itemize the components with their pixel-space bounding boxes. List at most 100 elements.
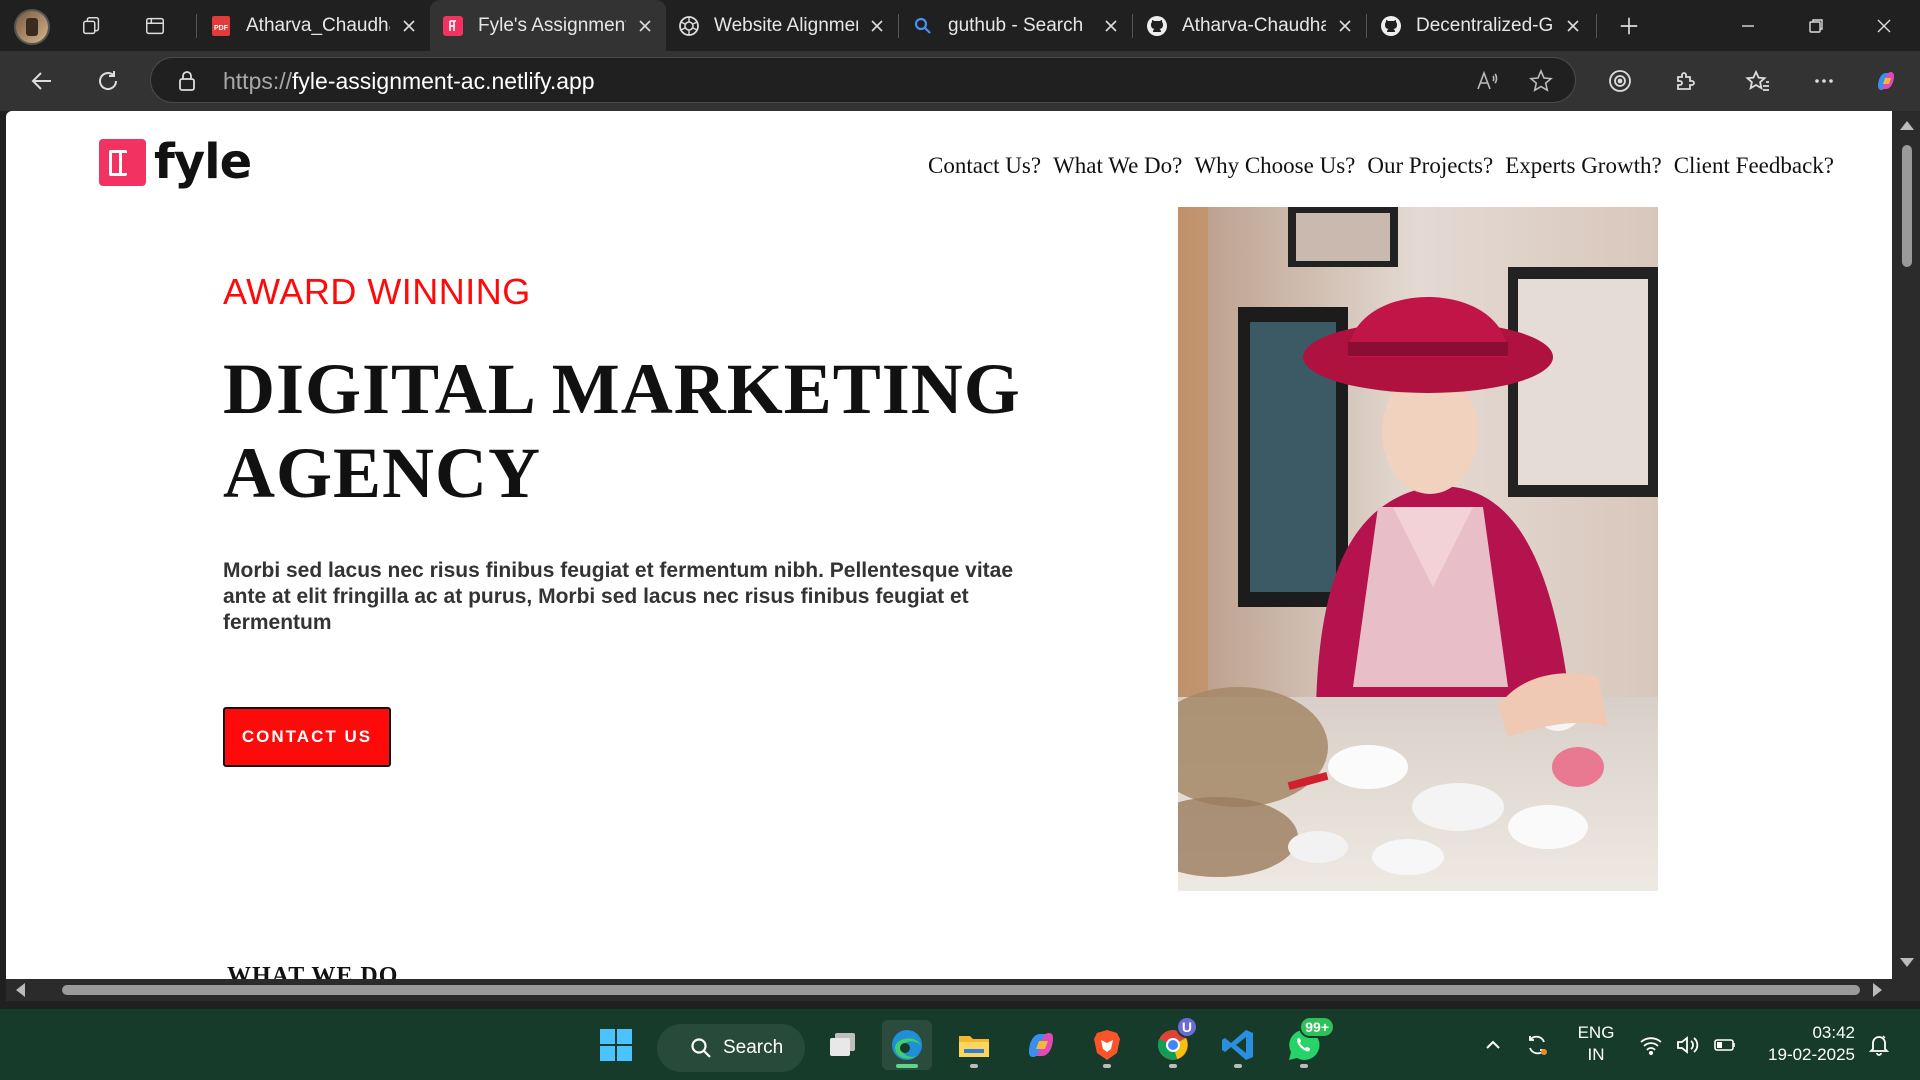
- clock-date: 19-02-2025: [1768, 1045, 1855, 1064]
- github-icon: [1146, 15, 1168, 37]
- read-aloud-icon[interactable]: [1473, 67, 1501, 95]
- page-viewport: fyle Contact Us? What We Do? Why Choose …: [6, 111, 1892, 979]
- nav-client-feedback[interactable]: Client Feedback?: [1674, 153, 1834, 179]
- file-explorer-icon[interactable]: [949, 1020, 999, 1070]
- chatgpt-icon: [678, 15, 700, 37]
- taskbar-search[interactable]: Search: [657, 1024, 805, 1072]
- whatsapp-icon[interactable]: 99+: [1279, 1016, 1335, 1070]
- logo-text: fyle: [154, 134, 252, 190]
- close-icon[interactable]: [866, 15, 888, 37]
- windows-taskbar: Search U 99+ ENG IN 03:42 19-02-2025: [0, 1009, 1920, 1080]
- close-icon[interactable]: [1334, 15, 1356, 37]
- network-status[interactable]: [1638, 1009, 1664, 1080]
- tab-title: Website Alignment: [714, 15, 858, 36]
- scroll-down-icon[interactable]: [1900, 958, 1914, 967]
- copilot-app-icon[interactable]: [1016, 1020, 1066, 1070]
- restore-icon[interactable]: [1784, 0, 1848, 51]
- url-text[interactable]: https://fyle-assignment-ac.netlify.app: [223, 68, 595, 95]
- new-tab-icon[interactable]: [1612, 10, 1646, 42]
- sync-status[interactable]: [1524, 1009, 1550, 1080]
- lock-icon[interactable]: [175, 69, 199, 93]
- favorites-icon[interactable]: [1738, 63, 1778, 99]
- close-icon[interactable]: [634, 15, 656, 37]
- volume-status[interactable]: [1674, 1009, 1700, 1080]
- notification-center[interactable]: [1866, 1009, 1892, 1080]
- close-icon[interactable]: [398, 15, 420, 37]
- github-icon: [1380, 15, 1402, 37]
- copilot-icon[interactable]: [1866, 63, 1906, 99]
- close-window-icon[interactable]: [1852, 0, 1916, 51]
- tab-website-alignment[interactable]: Website Alignment: [666, 6, 898, 46]
- nav-our-projects[interactable]: Our Projects?: [1367, 153, 1493, 179]
- scroll-up-icon[interactable]: [1900, 121, 1914, 130]
- browser-toolbar: https://fyle-assignment-ac.netlify.app: [0, 51, 1920, 111]
- nav-contact-us[interactable]: Contact Us?: [928, 153, 1041, 179]
- main-nav: Contact Us? What We Do? Why Choose Us? O…: [928, 153, 1834, 179]
- tab-decentralized-governance[interactable]: Decentralized-Governance: [1368, 6, 1594, 46]
- hero-description: Morbi sed lacus nec risus finibus feugia…: [223, 559, 1014, 634]
- search-icon: [691, 1038, 711, 1058]
- hero-title-line1: DIGITAL MARKETING: [223, 349, 1021, 429]
- scroll-thumb[interactable]: [62, 985, 1860, 995]
- hero-image: [1178, 207, 1658, 891]
- minimize-icon[interactable]: [1716, 0, 1780, 51]
- nav-experts-growth[interactable]: Experts Growth?: [1505, 153, 1662, 179]
- fyle-logo[interactable]: fyle: [99, 134, 252, 190]
- chrome-profile-badge: U: [1175, 1016, 1198, 1038]
- tab-strip: PDF Atharva_Chaudhari_Resume.pdf Fyle's …: [0, 0, 1920, 51]
- show-hidden-icons[interactable]: [1480, 1009, 1506, 1080]
- tab-github-profile[interactable]: Atharva-Chaudhari: [1134, 6, 1366, 46]
- refresh-icon[interactable]: [88, 63, 128, 99]
- task-view-icon[interactable]: [818, 1020, 868, 1070]
- language-code: ENG: [1577, 1023, 1615, 1042]
- whatsapp-unread-badge: 99+: [1299, 1016, 1335, 1038]
- battery-status[interactable]: [1712, 1009, 1738, 1080]
- tab-title: Atharva_Chaudhari_Resume.pdf: [246, 15, 390, 36]
- tab-github-search[interactable]: guthub - Search: [900, 6, 1132, 46]
- vertical-scrollbar[interactable]: [1892, 111, 1920, 979]
- tracking-prevention-icon[interactable]: [1600, 63, 1640, 99]
- clock-time: 03:42: [1812, 1023, 1855, 1042]
- vscode-icon[interactable]: [1213, 1020, 1263, 1070]
- fyle-favicon: [442, 15, 464, 37]
- tab-title: Decentralized-Governance: [1416, 15, 1554, 36]
- language-indicator[interactable]: ENG IN: [1576, 1022, 1616, 1066]
- chevron-up-icon[interactable]: [1480, 1032, 1506, 1058]
- notification-bell-icon[interactable]: [1866, 1032, 1892, 1058]
- windows-start-icon[interactable]: [591, 1020, 641, 1070]
- search-label: Search: [723, 1037, 784, 1058]
- scroll-left-icon[interactable]: [16, 983, 25, 997]
- extensions-icon[interactable]: [1666, 63, 1706, 99]
- sync-icon[interactable]: [1524, 1032, 1550, 1058]
- scroll-thumb[interactable]: [1902, 145, 1912, 267]
- favorite-star-icon[interactable]: [1527, 67, 1555, 95]
- profile-avatar[interactable]: [14, 9, 50, 45]
- tab-title: Atharva-Chaudhari: [1182, 15, 1326, 36]
- close-icon[interactable]: [1100, 15, 1122, 37]
- search-icon: [912, 15, 934, 37]
- tab-title: guthub - Search: [948, 15, 1084, 36]
- brave-browser-icon[interactable]: [1082, 1020, 1132, 1070]
- tab-resume-pdf[interactable]: PDF Atharva_Chaudhari_Resume.pdf: [198, 6, 430, 46]
- wifi-icon[interactable]: [1638, 1032, 1664, 1058]
- volume-icon[interactable]: [1674, 1032, 1700, 1058]
- hero-title: DIGITAL MARKETING AGENCY: [223, 347, 1043, 515]
- tab-actions-icon[interactable]: [138, 10, 172, 42]
- edge-taskbar-icon[interactable]: [882, 1020, 932, 1070]
- battery-icon[interactable]: [1712, 1032, 1738, 1058]
- scroll-right-icon[interactable]: [1873, 983, 1882, 997]
- nav-what-we-do[interactable]: What We Do?: [1053, 153, 1182, 179]
- region-code: IN: [1587, 1045, 1605, 1064]
- back-arrow-icon[interactable]: [22, 63, 62, 99]
- chrome-icon[interactable]: U: [1148, 1016, 1198, 1070]
- address-bar[interactable]: https://fyle-assignment-ac.netlify.app: [150, 57, 1576, 103]
- workspaces-icon[interactable]: [75, 10, 109, 42]
- what-we-do-heading: WHAT WE DO: [227, 963, 399, 979]
- nav-why-choose-us[interactable]: Why Choose Us?: [1194, 153, 1355, 179]
- more-menu-icon[interactable]: [1804, 63, 1844, 99]
- contact-us-button[interactable]: CONTACT US: [223, 707, 391, 767]
- tab-fyle-assignment[interactable]: Fyle's Assignment: [430, 0, 666, 51]
- close-icon[interactable]: [1562, 15, 1584, 37]
- horizontal-scrollbar[interactable]: [6, 979, 1892, 1001]
- system-clock[interactable]: 03:42 19-02-2025: [1755, 1022, 1855, 1066]
